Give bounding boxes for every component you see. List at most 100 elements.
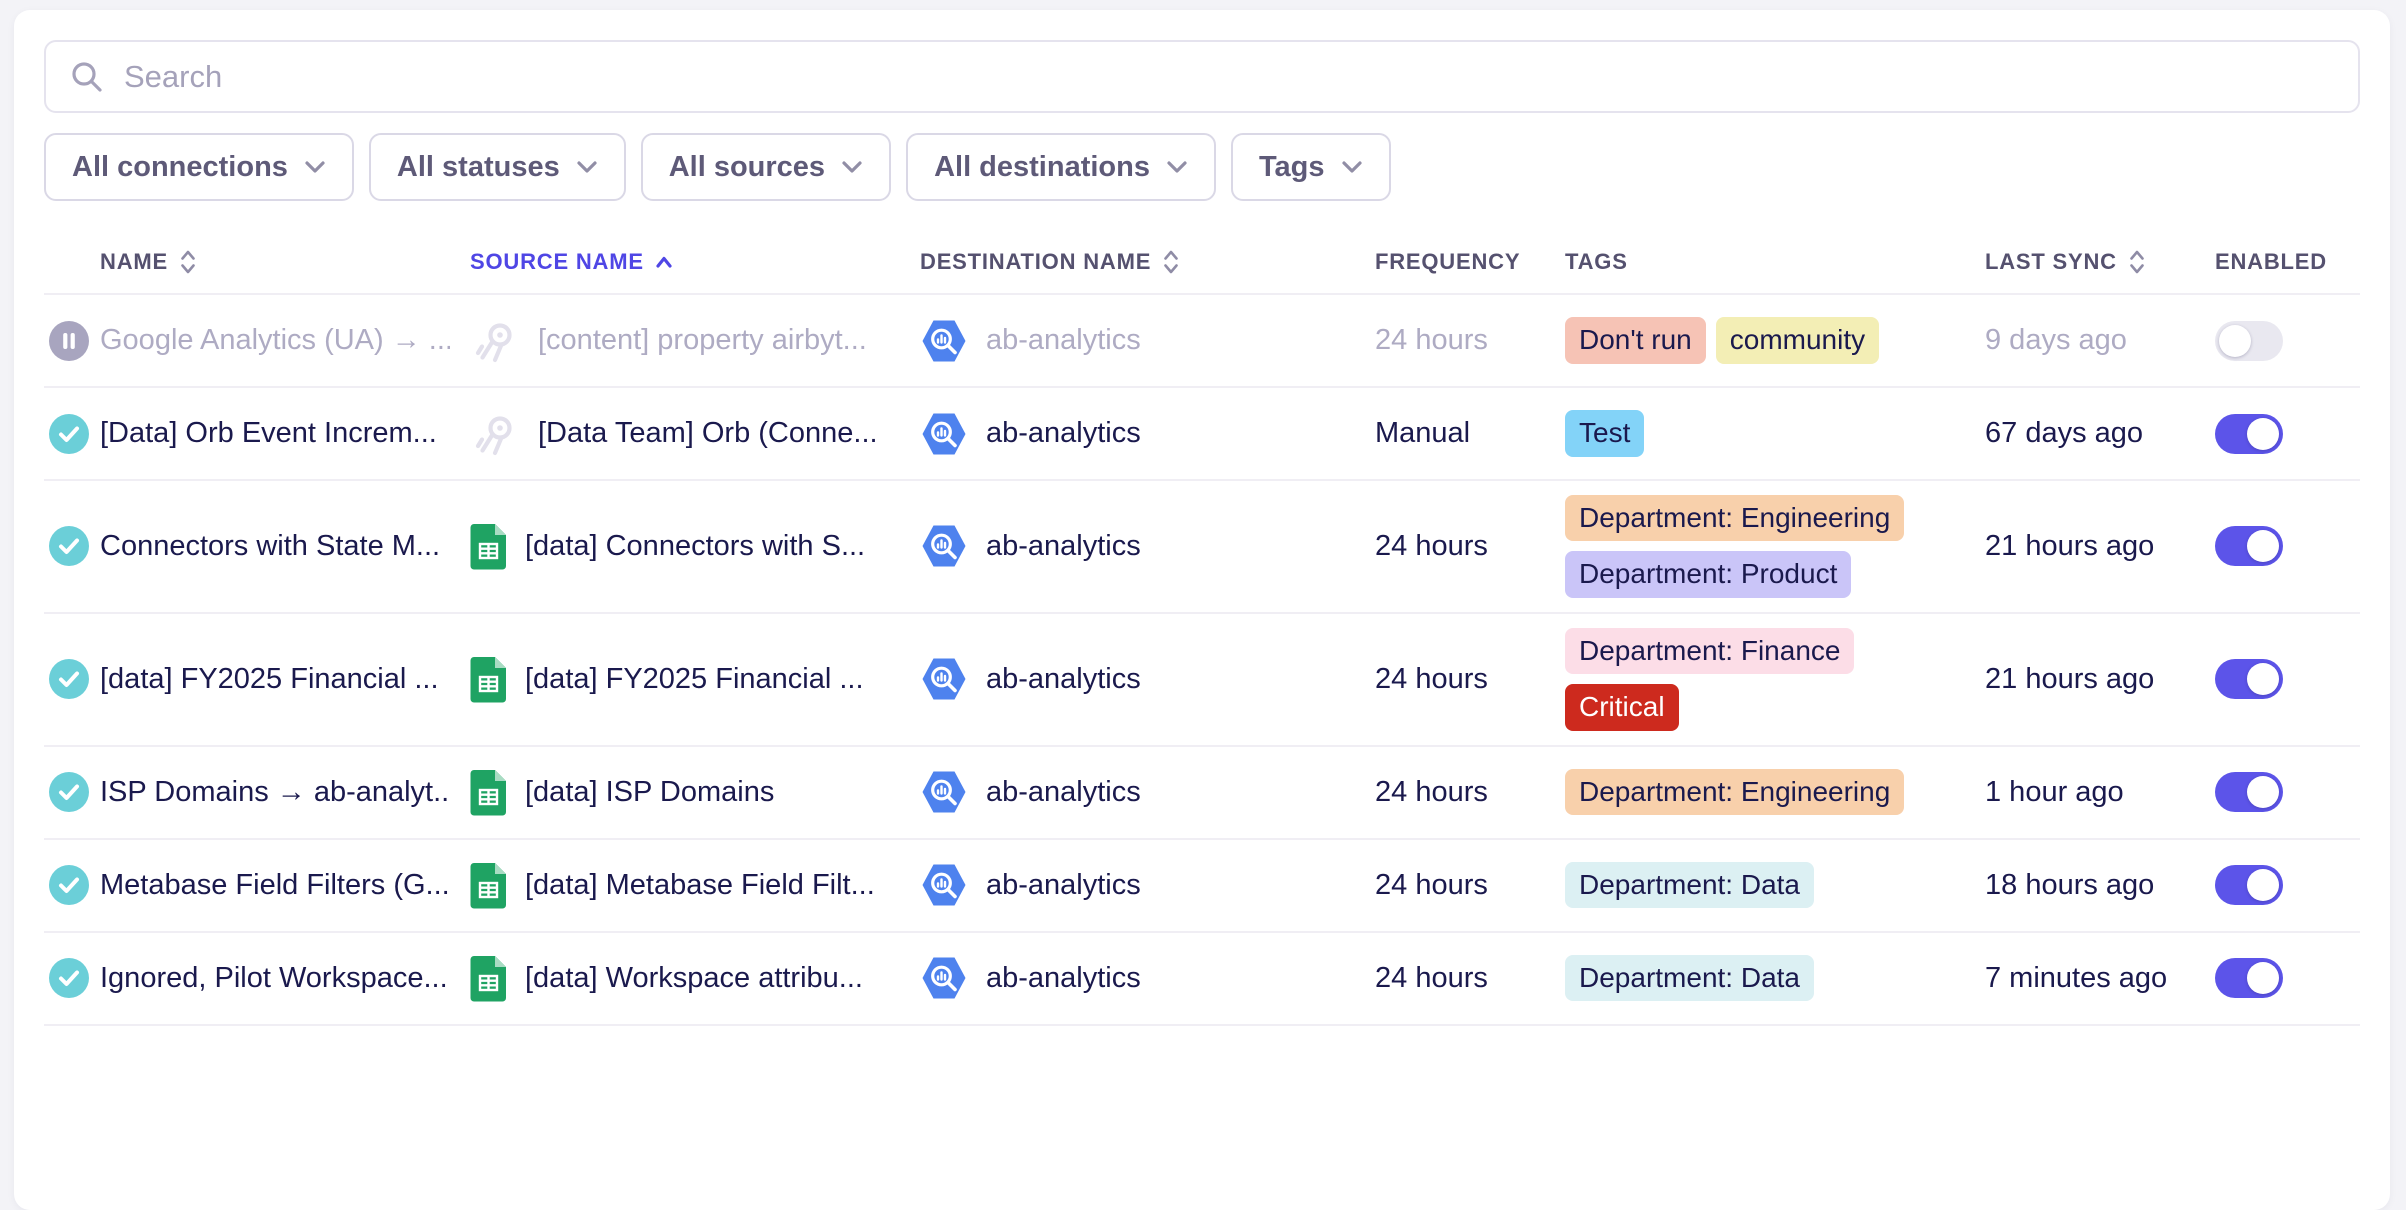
frequency-cell: 24 hours	[1375, 663, 1565, 696]
tags-cell: Department: Data	[1565, 955, 1985, 1001]
enabled-toggle[interactable]	[2215, 659, 2283, 699]
column-header-destination[interactable]: DESTINATION NAME	[920, 247, 1375, 277]
destination-name: ab-analytics	[986, 530, 1141, 563]
status-cell	[44, 320, 100, 362]
filter-bar: All connections All statuses All sources…	[44, 133, 2360, 201]
filter-all-connections[interactable]: All connections	[44, 133, 354, 201]
status-cell	[44, 771, 100, 813]
filter-all-destinations[interactable]: All destinations	[906, 133, 1216, 201]
status-cell	[44, 957, 100, 999]
column-label: SOURCE NAME	[470, 249, 644, 275]
source-name: [Data Team] Orb (Conne...	[538, 417, 878, 450]
tag-badge[interactable]: Test	[1565, 410, 1644, 456]
column-header-name[interactable]: NAME	[100, 247, 470, 277]
status-cell	[44, 658, 100, 700]
airbyte-icon	[470, 409, 520, 459]
check-icon	[48, 658, 90, 700]
destination-name: ab-analytics	[986, 962, 1141, 995]
enabled-cell	[2215, 659, 2360, 699]
name-cell[interactable]: Ignored, Pilot Workspace...	[100, 962, 470, 995]
destination-name: ab-analytics	[986, 417, 1141, 450]
destination-cell: ab-analytics	[920, 770, 1375, 814]
column-header-tags: TAGS	[1565, 249, 1985, 275]
enabled-toggle[interactable]	[2215, 865, 2283, 905]
sheets-icon	[470, 523, 507, 570]
tag-badge[interactable]: Department: Engineering	[1565, 769, 1904, 815]
tags-cell: Department: Engineering Department: Produ…	[1565, 495, 1985, 598]
connection-name: Metabase Field Filters (G...	[100, 869, 450, 902]
name-cell[interactable]: [Data] Orb Event Increm...	[100, 417, 470, 450]
bigquery-icon	[920, 657, 968, 701]
table-row[interactable]: [data] FY2025 Financial ... [data] FY202…	[44, 614, 2360, 747]
destination-cell: ab-analytics	[920, 863, 1375, 907]
enabled-cell	[2215, 526, 2360, 566]
check-icon	[48, 864, 90, 906]
last-sync-cell: 67 days ago	[1985, 417, 2215, 450]
tag-badge[interactable]: Critical	[1565, 684, 1679, 730]
connection-name: Ignored, Pilot Workspace...	[100, 962, 448, 995]
toggle-knob	[2247, 530, 2279, 562]
name-cell[interactable]: Connectors with State M...	[100, 530, 470, 563]
column-header-last_sync[interactable]: LAST SYNC	[1985, 247, 2215, 277]
bigquery-icon	[920, 319, 968, 363]
enabled-toggle[interactable]	[2215, 414, 2283, 454]
column-label: NAME	[100, 249, 168, 275]
name-cell[interactable]: [data] FY2025 Financial ...	[100, 663, 470, 696]
search-input[interactable]	[124, 59, 2334, 95]
chevron-down-icon	[841, 160, 863, 174]
table-row[interactable]: Metabase Field Filters (G... [data] Meta…	[44, 840, 2360, 933]
search-icon	[70, 60, 104, 94]
enabled-cell	[2215, 958, 2360, 998]
toggle-knob	[2219, 325, 2251, 357]
tag-badge[interactable]: Department: Data	[1565, 862, 1814, 908]
tag-badge[interactable]: community	[1716, 317, 1879, 363]
bigquery-icon	[920, 956, 968, 1000]
tags-cell: Department: Finance Critical	[1565, 628, 1985, 731]
bigquery-icon	[920, 863, 968, 907]
tag-badge[interactable]: Department: Engineering	[1565, 495, 1904, 541]
table-row[interactable]: [Data] Orb Event Increm... [Data Team] O…	[44, 388, 2360, 481]
frequency-cell: 24 hours	[1375, 776, 1565, 809]
sheets-icon	[470, 769, 507, 816]
last-sync-cell: 21 hours ago	[1985, 530, 2215, 563]
source-name: [data] ISP Domains	[525, 776, 774, 809]
column-label: DESTINATION NAME	[920, 249, 1151, 275]
enabled-cell	[2215, 321, 2360, 361]
source-cell: [data] Connectors with S...	[470, 523, 920, 570]
last-sync-value: 67 days ago	[1985, 417, 2143, 450]
filter-all-sources[interactable]: All sources	[641, 133, 891, 201]
table-row[interactable]: Google Analytics (UA) → ... [content] pr…	[44, 295, 2360, 388]
frequency-value: 24 hours	[1375, 324, 1488, 357]
frequency-cell: 24 hours	[1375, 324, 1565, 357]
connection-name: ISP Domains → ab-analyt...	[100, 776, 450, 809]
enabled-toggle[interactable]	[2215, 958, 2283, 998]
name-cell[interactable]: ISP Domains → ab-analyt...	[100, 776, 470, 809]
tag-badge[interactable]: Department: Product	[1565, 551, 1851, 597]
search-bar[interactable]	[44, 40, 2360, 113]
chevron-down-icon	[304, 160, 326, 174]
tag-badge[interactable]: Department: Data	[1565, 955, 1814, 1001]
column-header-source[interactable]: SOURCE NAME	[470, 247, 920, 277]
enabled-toggle[interactable]	[2215, 526, 2283, 566]
connections-table: Google Analytics (UA) → ... [content] pr…	[44, 295, 2360, 1026]
name-cell[interactable]: Google Analytics (UA) → ...	[100, 324, 470, 357]
source-name: [data] Workspace attribu...	[525, 962, 863, 995]
tag-badge[interactable]: Department: Finance	[1565, 628, 1854, 674]
last-sync-value: 21 hours ago	[1985, 530, 2154, 563]
bigquery-icon	[920, 770, 968, 814]
table-row[interactable]: Connectors with State M... [data] Connec…	[44, 481, 2360, 614]
table-row[interactable]: ISP Domains → ab-analyt... [data] ISP Do…	[44, 747, 2360, 840]
enabled-toggle[interactable]	[2215, 772, 2283, 812]
toggle-knob	[2247, 418, 2279, 450]
destination-cell: ab-analytics	[920, 956, 1375, 1000]
tag-badge[interactable]: Don't run	[1565, 317, 1706, 363]
name-cell[interactable]: Metabase Field Filters (G...	[100, 869, 470, 902]
filter-label: All sources	[669, 151, 825, 184]
frequency-value: Manual	[1375, 417, 1470, 450]
table-row[interactable]: Ignored, Pilot Workspace... [data] Works…	[44, 933, 2360, 1026]
filter-all-statuses[interactable]: All statuses	[369, 133, 626, 201]
pause-icon	[48, 320, 90, 362]
filter-tags[interactable]: Tags	[1231, 133, 1391, 201]
last-sync-cell: 18 hours ago	[1985, 869, 2215, 902]
enabled-toggle[interactable]	[2215, 321, 2283, 361]
